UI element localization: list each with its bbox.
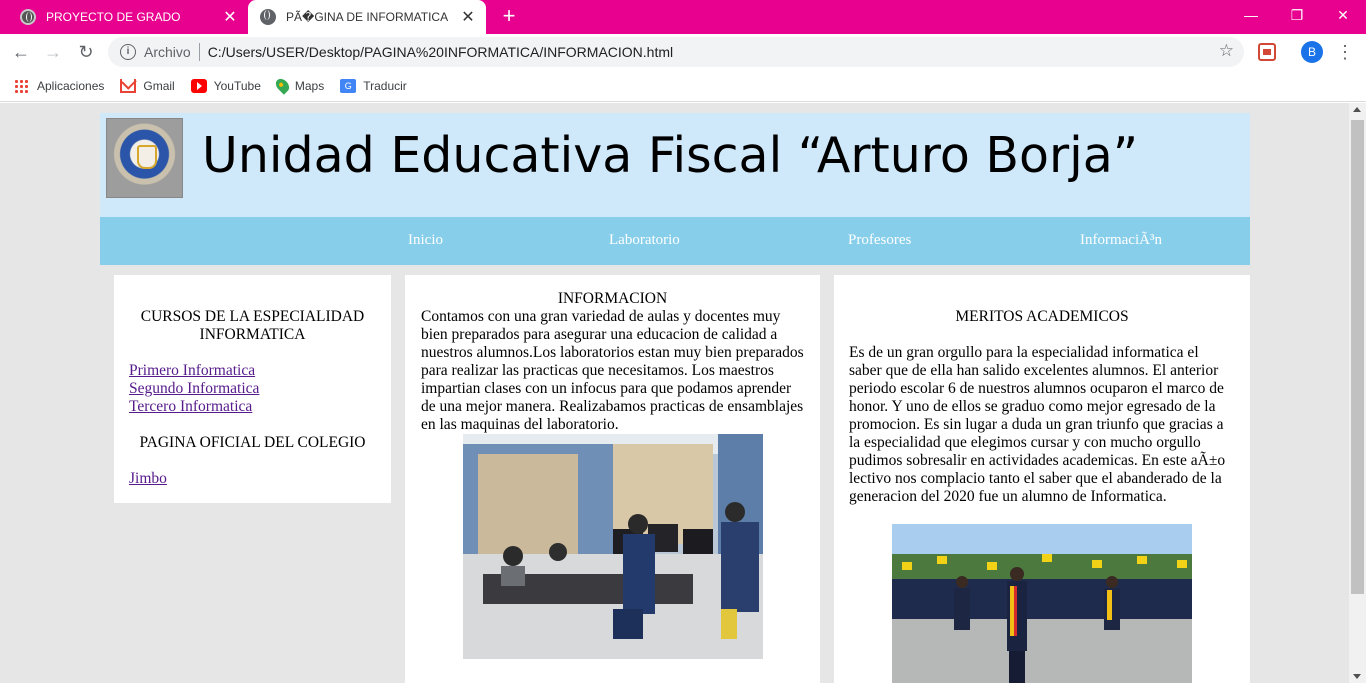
bookmark-label: YouTube xyxy=(213,78,261,93)
site-title: Unidad Educativa Fiscal “Arturo Borja” xyxy=(202,127,1139,184)
address-bar[interactable]: i Archivo C:/Users/USER/Desktop/PAGINA%2… xyxy=(108,37,1244,67)
tab-proyecto-de-grado[interactable]: PROYECTO DE GRADO ✕ xyxy=(8,0,248,34)
nav-inicio[interactable]: Inicio xyxy=(408,232,443,249)
bookmark-aplicaciones[interactable]: Aplicaciones xyxy=(14,78,105,93)
youtube-icon xyxy=(190,78,207,93)
nav-profesores[interactable]: Profesores xyxy=(848,232,911,249)
course-link-primero[interactable]: Primero Informatica xyxy=(129,362,376,380)
courses-panel: CURSOS DE LA ESPECIALIDAD INFORMATICA Pr… xyxy=(114,275,391,503)
close-icon[interactable]: ✕ xyxy=(456,7,480,27)
translate-icon: G xyxy=(340,78,357,93)
globe-icon xyxy=(260,9,276,25)
tab-strip: PROYECTO DE GRADO ✕ PÃ�GINA DE INFORMATI… xyxy=(0,0,1366,34)
information-panel: INFORMACION Contamos con una gran varied… xyxy=(405,275,820,683)
page-viewport: Unidad Educativa Fiscal “Arturo Borja” I… xyxy=(0,103,1349,683)
globe-icon xyxy=(20,9,36,25)
avatar[interactable]: B xyxy=(1301,41,1323,63)
extension-icon[interactable] xyxy=(1258,43,1276,61)
bookmark-traducir[interactable]: G Traducir xyxy=(340,78,407,93)
bookmark-youtube[interactable]: YouTube xyxy=(190,78,261,93)
site-nav: Inicio Laboratorio Profesores InformaciÃ… xyxy=(100,217,1250,265)
courses-heading: CURSOS DE LA ESPECIALIDAD INFORMATICA xyxy=(140,308,365,343)
course-link-segundo[interactable]: Segundo Informatica xyxy=(129,380,376,398)
scrollbar-thumb[interactable] xyxy=(1351,120,1364,594)
flag-bearers-photo-drawing xyxy=(892,524,1192,683)
minimize-icon[interactable]: — xyxy=(1228,0,1274,30)
merits-heading: MERITOS ACADEMICOS xyxy=(955,308,1129,325)
nav-laboratorio[interactable]: Laboratorio xyxy=(609,232,680,249)
forward-arrow-icon[interactable]: → xyxy=(40,39,66,65)
bookmarks-bar: Aplicaciones Gmail YouTube Maps G Traduc… xyxy=(0,70,1366,102)
bookmark-label: Traducir xyxy=(363,78,407,93)
information-text: Contamos con una gran variedad de aulas … xyxy=(421,308,804,433)
reload-icon[interactable]: ↻ xyxy=(73,39,99,65)
nav-informacion[interactable]: InformaciÃ³n xyxy=(1080,232,1162,249)
bookmark-label: Aplicaciones xyxy=(37,78,105,93)
merits-text: Es de un gran orgullo para la especialid… xyxy=(849,344,1226,505)
tab-title: PÃ�GINA DE INFORMATICA xyxy=(286,10,449,24)
bookmark-label: Maps xyxy=(294,78,325,93)
bookmark-maps[interactable]: Maps xyxy=(273,76,325,95)
address-scheme: Archivo xyxy=(144,44,191,60)
flag-bearers-photo xyxy=(892,524,1192,683)
gmail-icon xyxy=(120,78,137,93)
tab-title: PROYECTO DE GRADO xyxy=(46,10,181,24)
back-arrow-icon[interactable]: ← xyxy=(8,39,34,65)
restore-icon[interactable]: ❐ xyxy=(1274,0,1320,30)
browser-toolbar: ← → ↻ i Archivo C:/Users/USER/Desktop/PA… xyxy=(0,34,1366,70)
close-window-icon[interactable]: ✕ xyxy=(1320,0,1366,30)
school-logo xyxy=(106,118,183,198)
scroll-up-arrow-icon[interactable] xyxy=(1353,107,1361,112)
site-header: Unidad Educativa Fiscal “Arturo Borja” xyxy=(100,113,1250,217)
merits-panel: MERITOS ACADEMICOS Es de un gran orgullo… xyxy=(834,275,1250,683)
page-scrollbar[interactable] xyxy=(1349,103,1366,683)
bookmark-label: Gmail xyxy=(143,78,175,93)
official-page-link[interactable]: Jimbo xyxy=(129,470,376,488)
course-link-tercero[interactable]: Tercero Informatica xyxy=(129,398,376,416)
scroll-down-arrow-icon[interactable] xyxy=(1353,674,1361,679)
address-url[interactable]: C:/Users/USER/Desktop/PAGINA%20INFORMATI… xyxy=(208,44,673,60)
bookmark-gmail[interactable]: Gmail xyxy=(120,78,175,93)
laboratory-photo-drawing xyxy=(463,434,763,659)
more-menu-icon[interactable]: ⋮ xyxy=(1336,40,1354,64)
official-page-heading: PAGINA OFICIAL DEL COLEGIO xyxy=(139,434,366,451)
star-icon[interactable]: ☆ xyxy=(1219,41,1234,61)
information-heading: INFORMACION xyxy=(557,290,668,307)
laboratory-photo xyxy=(463,434,763,659)
divider xyxy=(198,43,200,61)
apps-grid-icon xyxy=(14,78,30,93)
info-icon[interactable]: i xyxy=(120,44,136,60)
maps-pin-icon xyxy=(273,76,292,95)
plus-icon[interactable]: + xyxy=(496,4,522,30)
close-icon[interactable]: ✕ xyxy=(218,7,242,27)
tab-pagina-de-informatica[interactable]: PÃ�GINA DE INFORMATICA ✕ xyxy=(248,0,486,34)
